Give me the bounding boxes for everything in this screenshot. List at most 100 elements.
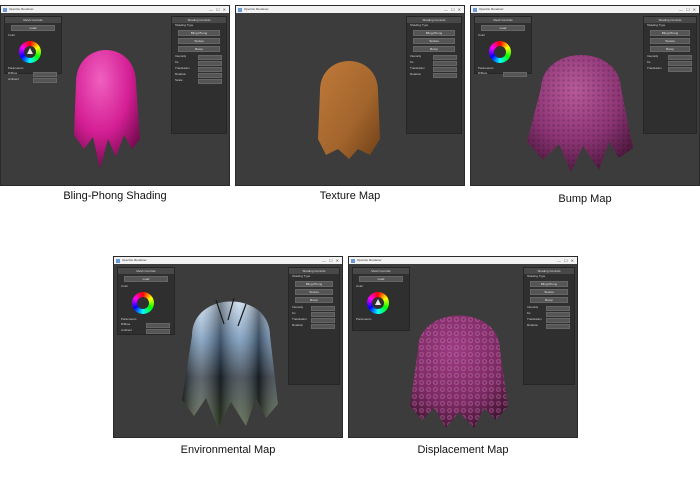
load-button[interactable]: Load: [481, 25, 525, 31]
shading-option[interactable]: Bump: [413, 46, 455, 52]
render-viewport[interactable]: Mesh Controls Load Color Parameters Diff…: [1, 13, 229, 185]
render-viewport[interactable]: Mesh Controls Load Color Parameters Diff…: [114, 264, 342, 437]
param-row[interactable]: Ambient: [5, 77, 61, 83]
app-icon: [473, 7, 477, 12]
param-slider[interactable]: [33, 78, 57, 83]
app-icon: [116, 258, 120, 263]
screenshot-displacement-map: OpenGL Renderer — ☐ ✕ Mesh Controls Load…: [348, 256, 578, 438]
color-wheel-icon[interactable]: [19, 41, 41, 63]
left-panel-header: Mesh Controls: [5, 17, 61, 23]
window-controls[interactable]: — ☐ ✕: [322, 257, 340, 264]
color-label: Color: [356, 284, 364, 288]
caption-environmental-map: Environmental Map: [180, 444, 276, 456]
left-control-panel: Mesh Controls Load Color Parameters Diff…: [4, 16, 62, 83]
caption-displacement-map: Displacement Map: [417, 444, 509, 456]
color-triangle-icon[interactable]: [27, 48, 33, 54]
window-titlebar: OpenGL Renderer — ☐ ✕: [114, 257, 342, 264]
cloth-render: [527, 55, 633, 172]
left-control-panel: Mesh Controls Load Color Parameters: [352, 267, 410, 331]
right-control-panel: Shading Controls Shading Type Bling-Phon…: [523, 267, 575, 385]
window-title: OpenGL Renderer: [122, 258, 147, 262]
param-slider[interactable]: [146, 329, 170, 334]
load-button[interactable]: Load: [11, 25, 55, 31]
color-wheel-icon[interactable]: [132, 292, 154, 314]
load-button[interactable]: Load: [359, 276, 403, 282]
screenshot-bump-map: OpenGL Renderer — ☐ ✕ Mesh Controls Load…: [470, 5, 700, 186]
screenshot-environmental-map: OpenGL Renderer — ☐ ✕ Mesh Controls Load…: [113, 256, 343, 438]
shading-type-label: Shading Type: [527, 274, 546, 278]
shading-type-label: Shading Type: [647, 23, 666, 27]
window-controls[interactable]: — ☐ ✕: [679, 6, 697, 13]
param-slider[interactable]: [311, 324, 335, 329]
param-slider[interactable]: [668, 67, 692, 72]
shading-option[interactable]: Texture: [530, 289, 568, 295]
render-viewport[interactable]: Shading Controls Shading Type Bling-Phon…: [236, 13, 464, 185]
shading-option[interactable]: Texture: [178, 38, 220, 44]
app-icon: [238, 7, 242, 12]
color-label: Color: [8, 33, 16, 37]
window-titlebar: OpenGL Renderer — ☐ ✕: [349, 257, 577, 264]
cloth-render: [410, 315, 508, 428]
window-titlebar: OpenGL Renderer — ☐ ✕: [471, 6, 699, 13]
color-triangle-icon[interactable]: [375, 299, 381, 305]
window-title: OpenGL Renderer: [244, 7, 269, 11]
color-label: Color: [121, 284, 129, 288]
left-panel-header: Mesh Controls: [475, 17, 531, 23]
window-title: OpenGL Renderer: [479, 7, 504, 11]
left-panel-header: Mesh Controls: [118, 268, 174, 274]
param-slider[interactable]: [198, 79, 222, 84]
shading-type-label: Shading Type: [410, 23, 429, 27]
shading-option[interactable]: Bump: [178, 46, 220, 52]
cloth-render: [182, 297, 278, 428]
param-row[interactable]: Scale: [172, 78, 226, 84]
window-titlebar: OpenGL Renderer — ☐ ✕: [236, 6, 464, 13]
window-controls[interactable]: — ☐ ✕: [209, 6, 227, 13]
param-row[interactable]: Rotation: [524, 323, 574, 329]
window-title: OpenGL Renderer: [357, 258, 382, 262]
shading-option[interactable]: Texture: [413, 38, 455, 44]
param-slider[interactable]: [546, 324, 570, 329]
shading-option[interactable]: Bling-Phong: [178, 30, 220, 36]
right-control-panel: Shading Controls Shading Type Bling-Phon…: [171, 16, 227, 134]
window-title: OpenGL Renderer: [9, 7, 34, 11]
right-control-panel: Shading Controls Shading Type Bling-Phon…: [643, 16, 697, 134]
window-controls[interactable]: — ☐ ✕: [444, 6, 462, 13]
caption-texture-map: Texture Map: [319, 190, 381, 202]
shading-option[interactable]: Bump: [650, 46, 690, 52]
window-titlebar: OpenGL Renderer — ☐ ✕: [1, 6, 229, 13]
load-button[interactable]: Load: [124, 276, 168, 282]
shading-option[interactable]: Bling-Phong: [413, 30, 455, 36]
param-slider[interactable]: [433, 73, 457, 78]
shading-option[interactable]: Bling-Phong: [530, 281, 568, 287]
shading-option[interactable]: Texture: [295, 289, 333, 295]
parameters-label: Parameters: [356, 317, 372, 321]
render-viewport[interactable]: Mesh Controls Load Color Parameters Shad…: [349, 264, 577, 437]
param-row[interactable]: Rotation: [407, 72, 461, 78]
app-icon: [3, 7, 7, 12]
right-control-panel: Shading Controls Shading Type Bling-Phon…: [288, 267, 340, 385]
screenshot-bling-phong: OpenGL Renderer — ☐ ✕ Mesh Controls Load…: [0, 5, 230, 186]
app-icon: [351, 258, 355, 263]
color-wheel-icon[interactable]: [489, 41, 511, 63]
shading-option[interactable]: Bling-Phong: [295, 281, 333, 287]
left-control-panel: Mesh Controls Load Color Parameters Diff…: [117, 267, 175, 335]
right-control-panel: Shading Controls Shading Type Bling-Phon…: [406, 16, 462, 134]
color-wheel-icon[interactable]: [367, 292, 389, 314]
shading-option[interactable]: Bump: [295, 297, 333, 303]
caption-bump-map: Bump Map: [558, 193, 612, 205]
param-row[interactable]: Translation: [644, 66, 696, 72]
screenshot-texture-map: OpenGL Renderer — ☐ ✕ Shading Controls S…: [235, 5, 465, 186]
render-viewport[interactable]: Mesh Controls Load Color Parameters Diff…: [471, 13, 699, 185]
cloth-render: [74, 50, 140, 169]
shading-type-label: Shading Type: [292, 274, 311, 278]
cloth-render: [318, 61, 380, 159]
left-panel-header: Mesh Controls: [353, 268, 409, 274]
shading-option[interactable]: Bump: [530, 297, 568, 303]
shading-option[interactable]: Texture: [650, 38, 690, 44]
shading-type-label: Shading Type: [175, 23, 194, 27]
param-row[interactable]: Ambient: [118, 328, 174, 334]
shading-option[interactable]: Bling-Phong: [650, 30, 690, 36]
param-row[interactable]: Rotation: [289, 323, 339, 329]
window-controls[interactable]: — ☐ ✕: [557, 257, 575, 264]
caption-bling-phong: Bling-Phong Shading: [63, 190, 167, 202]
